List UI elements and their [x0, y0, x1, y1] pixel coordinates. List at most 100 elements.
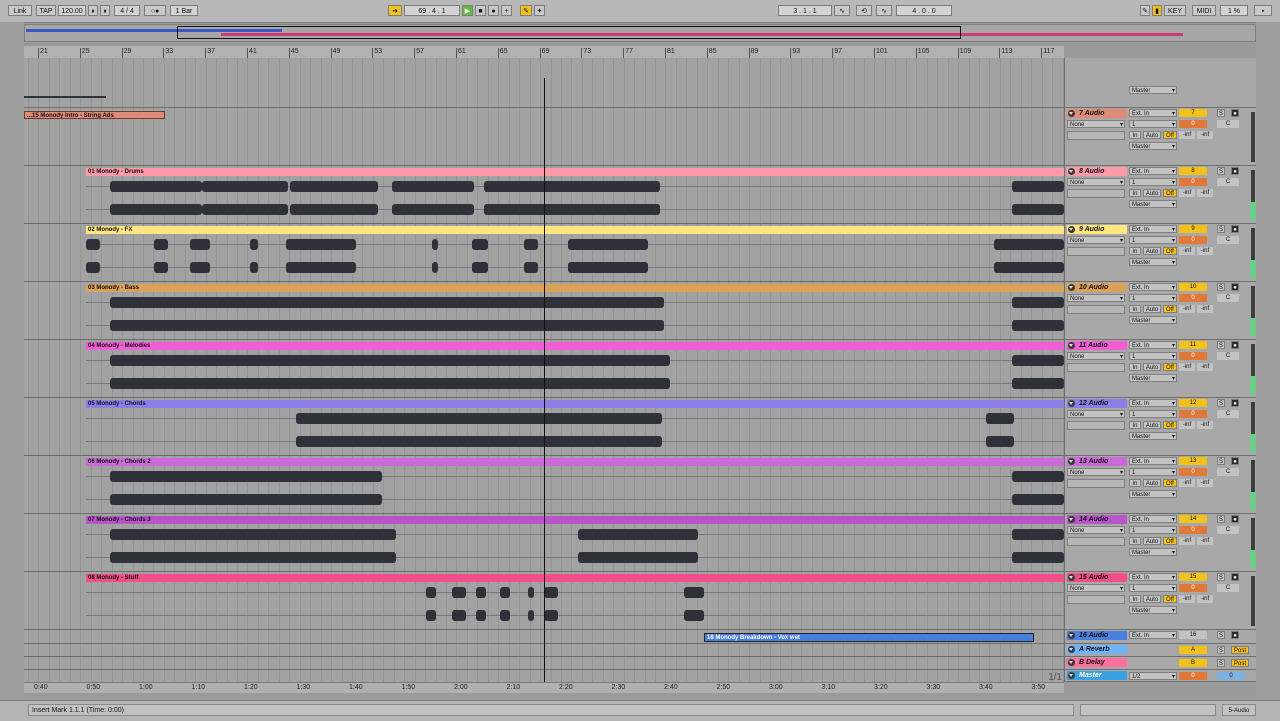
output-routing-menu[interactable]: Master [1129, 142, 1177, 151]
track-name-label[interactable]: 9 Audio [1067, 225, 1127, 234]
monitor-auto-button[interactable]: Auto [1143, 479, 1161, 487]
track-name-label[interactable]: 11 Audio [1067, 341, 1127, 350]
fold-toggle-icon[interactable] [1068, 342, 1075, 349]
punch-in-icon[interactable]: ∿ [834, 5, 850, 16]
monitor-menu[interactable]: None [1067, 468, 1125, 477]
arm-button[interactable]: ● [1231, 631, 1239, 639]
nudge-down-icon[interactable]: ⏸ [88, 5, 98, 16]
nudge-up-icon[interactable]: ⏸ [100, 5, 110, 16]
solo-button[interactable]: S [1217, 659, 1225, 667]
fold-toggle-icon[interactable] [1068, 574, 1075, 581]
volume-field[interactable]: 0 [1179, 410, 1207, 418]
arm-button[interactable]: ● [1231, 341, 1239, 349]
input-channel-menu[interactable]: 1 [1129, 468, 1177, 477]
volume-field[interactable]: 0 [1179, 120, 1207, 128]
send-b-field[interactable]: -inf [1197, 131, 1213, 139]
fold-toggle-icon[interactable] [1068, 226, 1075, 233]
output-routing-menu[interactable]: Master [1129, 316, 1177, 325]
monitor-off-button[interactable]: Off [1163, 247, 1177, 255]
monitor-off-button[interactable]: Off [1163, 305, 1177, 313]
monitor-in-button[interactable]: In [1129, 363, 1141, 371]
output-routing-menu[interactable]: Master [1129, 548, 1177, 557]
track-activator-button[interactable]: 8 [1179, 167, 1207, 175]
monitor-auto-button[interactable]: Auto [1143, 131, 1161, 139]
arrangement-view[interactable]: ...15 Monody Intro - String Ads 01 Monody… [24, 58, 1064, 682]
pan-field[interactable]: C [1217, 584, 1239, 592]
play-icon[interactable]: ▶ [462, 5, 473, 16]
send-b-field[interactable]: -inf [1197, 305, 1213, 313]
pan-field[interactable]: C [1217, 410, 1239, 418]
master-output-menu[interactable]: 1/2 [1129, 672, 1177, 681]
metronome-button[interactable]: ○● [144, 5, 166, 16]
solo-button[interactable]: S [1217, 109, 1225, 117]
key-map-button[interactable]: KEY [1164, 5, 1186, 16]
track-activator-button[interactable]: 14 [1179, 515, 1207, 523]
input-channel-menu[interactable]: 1 [1129, 120, 1177, 129]
monitor-in-button[interactable]: In [1129, 421, 1141, 429]
return-activator-button[interactable]: A [1179, 646, 1207, 654]
track-activator-button[interactable]: 16 [1179, 631, 1207, 639]
send-b-field[interactable]: -inf [1197, 595, 1213, 603]
output-routing-menu[interactable]: Master [1129, 490, 1177, 499]
cue-volume-field[interactable]: 0 [1217, 672, 1245, 680]
fold-toggle-icon[interactable] [1068, 458, 1075, 465]
send-a-field[interactable]: -inf [1179, 131, 1195, 139]
track-name-label[interactable]: 16 Audio [1067, 631, 1127, 640]
send-b-field[interactable]: -inf [1197, 247, 1213, 255]
solo-button[interactable]: S [1217, 283, 1225, 291]
song-position[interactable]: 69 . 4 . 1 [404, 5, 460, 16]
track-activator-button[interactable]: 13 [1179, 457, 1207, 465]
send-b-field[interactable]: -inf [1197, 421, 1213, 429]
monitor-menu[interactable]: None [1067, 352, 1125, 361]
loop-start-field[interactable]: 3 . 1 . 1 [778, 5, 832, 16]
track-name-label[interactable]: 14 Audio [1067, 515, 1127, 524]
input-channel-menu[interactable]: 1 [1129, 236, 1177, 245]
loop-icon[interactable]: ⟲ [856, 5, 872, 16]
output-routing-menu[interactable]: Master [1129, 374, 1177, 383]
volume-field[interactable]: 0 [1179, 352, 1207, 360]
input-type-menu[interactable]: Ext. In [1129, 573, 1177, 582]
fold-toggle-icon[interactable] [1068, 646, 1075, 653]
solo-button[interactable]: S [1217, 515, 1225, 523]
input-channel-menu[interactable]: 1 [1129, 352, 1177, 361]
record-icon[interactable]: ● [488, 5, 499, 16]
track-name-label[interactable]: 7 Audio [1067, 109, 1127, 118]
monitor-in-button[interactable]: In [1129, 247, 1141, 255]
key-map-icon[interactable]: ▮ [1152, 5, 1162, 16]
track-activator-button[interactable]: 15 [1179, 573, 1207, 581]
output-routing-menu[interactable]: Master [1129, 606, 1177, 615]
fold-toggle-icon[interactable] [1068, 110, 1075, 117]
track-activator-button[interactable]: 10 [1179, 283, 1207, 291]
solo-button[interactable]: S [1217, 399, 1225, 407]
pan-field[interactable]: C [1217, 526, 1239, 534]
monitor-off-button[interactable]: Off [1163, 189, 1177, 197]
monitor-in-button[interactable]: In [1129, 479, 1141, 487]
pan-field[interactable]: C [1217, 352, 1239, 360]
monitor-menu[interactable]: None [1067, 236, 1125, 245]
monitor-auto-button[interactable]: Auto [1143, 189, 1161, 197]
punch-out-icon[interactable]: ∿ [876, 5, 892, 16]
input-channel-menu[interactable]: 1 [1129, 178, 1177, 187]
input-type-menu[interactable]: Ext. In [1129, 631, 1177, 640]
return-track-name[interactable]: A Reverb [1067, 645, 1127, 654]
monitor-auto-button[interactable]: Auto [1143, 363, 1161, 371]
arm-button[interactable]: ● [1231, 109, 1239, 117]
input-type-menu[interactable]: Ext. In [1129, 341, 1177, 350]
solo-button[interactable]: S [1217, 646, 1225, 654]
solo-button[interactable]: S [1217, 167, 1225, 175]
send-a-field[interactable]: -inf [1179, 247, 1195, 255]
volume-field[interactable]: 0 [1179, 468, 1207, 476]
tempo-field[interactable]: 120.00 [58, 5, 86, 16]
master-volume-field[interactable]: 0 [1179, 672, 1207, 680]
volume-field[interactable]: 0 [1179, 236, 1207, 244]
link-button[interactable]: Link [8, 5, 32, 16]
input-channel-menu[interactable]: 1 [1129, 584, 1177, 593]
pan-field[interactable]: C [1217, 294, 1239, 302]
post-button[interactable]: Post [1231, 646, 1249, 654]
monitor-menu[interactable]: None [1067, 410, 1125, 419]
input-type-menu[interactable]: Ext. In [1129, 283, 1177, 292]
track-name-label[interactable]: 8 Audio [1067, 167, 1127, 176]
monitor-off-button[interactable]: Off [1163, 479, 1177, 487]
fold-toggle-icon[interactable] [1068, 659, 1075, 666]
draw-mode-icon[interactable]: ✎ [1140, 5, 1150, 16]
